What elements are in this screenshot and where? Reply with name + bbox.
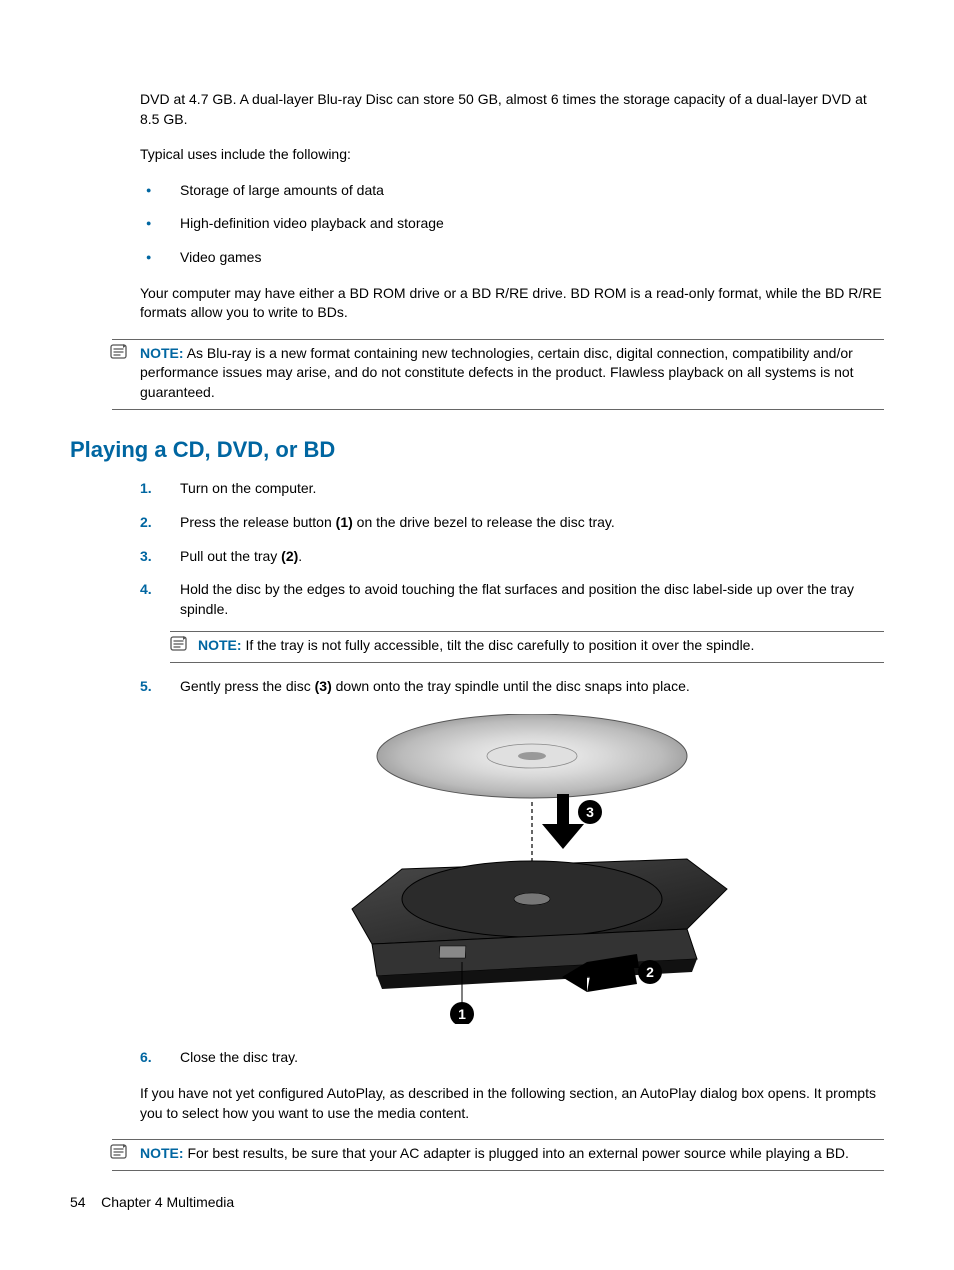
step-text: Hold the disc by the edges to avoid touc… (180, 581, 854, 617)
uses-bullet-list: Storage of large amounts of data High-de… (140, 181, 884, 268)
step-item: 3. Pull out the tray (2). (140, 547, 884, 567)
note-text: If the tray is not fully accessible, til… (245, 637, 754, 653)
note-block-tray: NOTE: If the tray is not fully accessibl… (170, 631, 884, 663)
chapter-label: Chapter 4 Multimedia (101, 1194, 234, 1210)
note-label: NOTE: (140, 1145, 184, 1161)
intro-paragraph-2: Typical uses include the following: (140, 145, 884, 165)
bullet-item: Video games (140, 248, 884, 268)
intro-paragraph-1: DVD at 4.7 GB. A dual-layer Blu-ray Disc… (140, 90, 884, 129)
step-number: 5. (140, 677, 152, 697)
note-label: NOTE: (140, 345, 184, 361)
bullet-item: High-definition video playback and stora… (140, 214, 884, 234)
note-text: As Blu-ray is a new format containing ne… (140, 345, 854, 400)
intro-paragraph-3: Your computer may have either a BD ROM d… (140, 284, 884, 323)
svg-text:2: 2 (646, 964, 654, 980)
note-icon (110, 1144, 130, 1160)
note-text: For best results, be sure that your AC a… (187, 1145, 848, 1161)
svg-text:3: 3 (586, 804, 594, 820)
step-text: Pull out the tray (2). (180, 548, 302, 564)
disc-tray-figure: 3 (332, 714, 732, 1024)
document-page: DVD at 4.7 GB. A dual-layer Blu-ray Disc… (0, 0, 954, 1270)
step-item: 5. Gently press the disc (3) down onto t… (140, 677, 884, 1025)
svg-text:1: 1 (458, 1006, 466, 1022)
step-text: Press the release button (1) on the driv… (180, 514, 615, 530)
step-item: 4. Hold the disc by the edges to avoid t… (140, 580, 884, 663)
step-text: Gently press the disc (3) down onto the … (180, 678, 690, 694)
note-block-ac-adapter: NOTE: For best results, be sure that you… (112, 1139, 884, 1171)
step-text: Close the disc tray. (180, 1049, 298, 1065)
note-label: NOTE: (198, 637, 242, 653)
step-item: 2. Press the release button (1) on the d… (140, 513, 884, 533)
section-heading-playing: Playing a CD, DVD, or BD (70, 435, 884, 466)
content-area: DVD at 4.7 GB. A dual-layer Blu-ray Disc… (140, 90, 884, 1171)
page-footer: 54 Chapter 4 Multimedia (70, 1194, 234, 1210)
note-icon (110, 344, 130, 360)
page-number: 54 (70, 1194, 86, 1210)
note-icon (170, 636, 190, 652)
step-number: 3. (140, 547, 152, 567)
step-text: Turn on the computer. (180, 480, 316, 496)
note-block-bluray: NOTE: As Blu-ray is a new format contain… (112, 339, 884, 410)
bullet-item: Storage of large amounts of data (140, 181, 884, 201)
step-number: 2. (140, 513, 152, 533)
autoplay-paragraph: If you have not yet configured AutoPlay,… (140, 1084, 884, 1123)
step-number: 1. (140, 479, 152, 499)
step-number: 4. (140, 580, 152, 600)
steps-list: 1. Turn on the computer. 2. Press the re… (140, 479, 884, 1068)
step-item: 1. Turn on the computer. (140, 479, 884, 499)
step-number: 6. (140, 1048, 152, 1068)
step-item: 6. Close the disc tray. (140, 1048, 884, 1068)
